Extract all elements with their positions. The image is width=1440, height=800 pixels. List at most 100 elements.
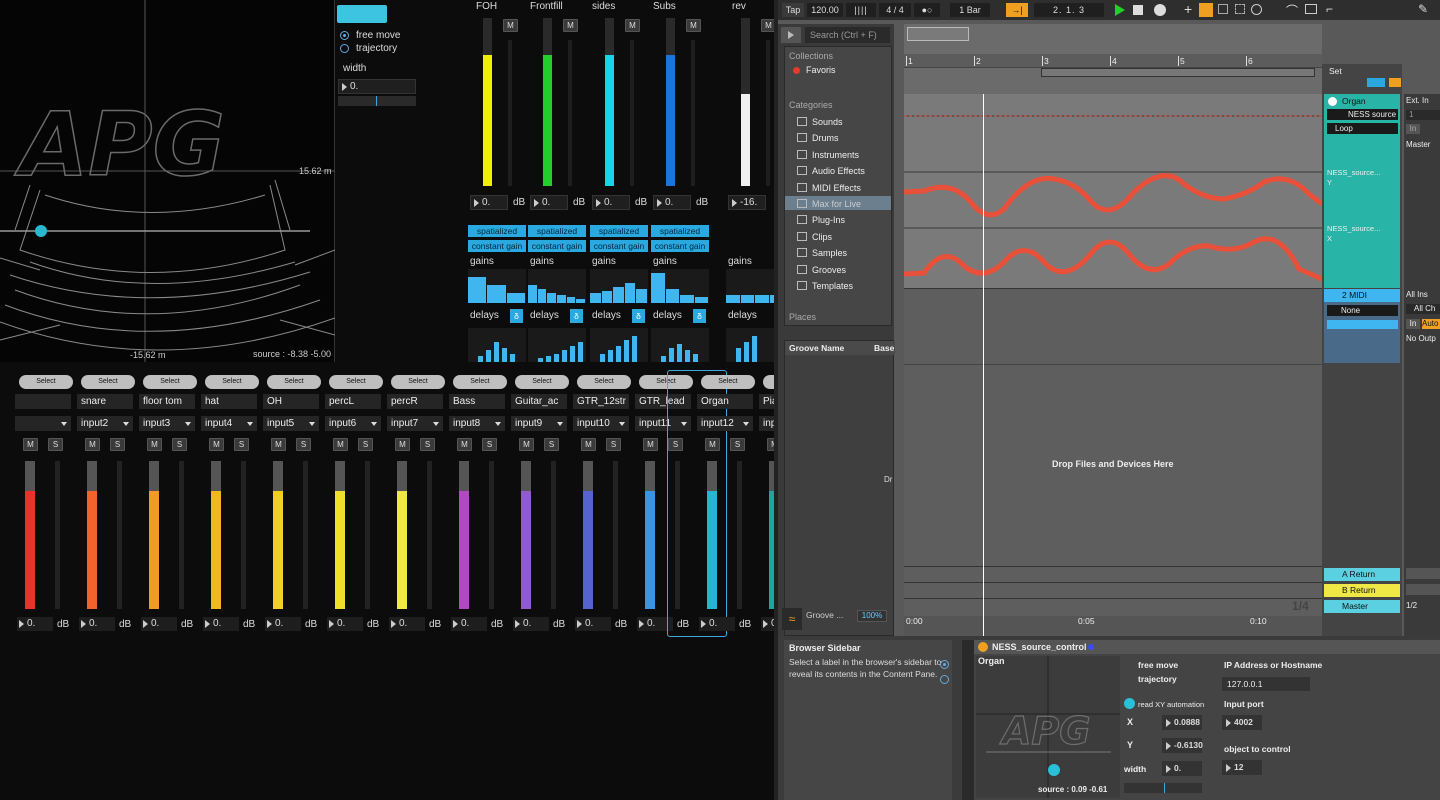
category-max-for-live[interactable]: Max for Live	[797, 199, 861, 209]
channel-input-select-7[interactable]: input8	[449, 416, 505, 431]
source-position-dot[interactable]	[35, 225, 47, 237]
free-move-radio[interactable]	[340, 31, 349, 40]
select-button-7[interactable]: Select	[453, 375, 507, 389]
quantize-dropdown[interactable]: 1 Bar	[950, 3, 990, 17]
browser-search-input[interactable]: Search (Ctrl + F)	[805, 27, 890, 43]
category-clips[interactable]: Clips	[797, 231, 832, 242]
collection-favoris[interactable]: Favoris	[806, 65, 836, 75]
bus-fader-4[interactable]	[741, 18, 750, 186]
channel-name-11[interactable]: Organ	[697, 394, 753, 409]
channel-name-2[interactable]: floor tom	[139, 394, 195, 409]
channel-solo-button-2[interactable]: S	[172, 438, 187, 451]
delays-graph-4[interactable]	[726, 328, 774, 362]
midi-input-chooser[interactable]: None	[1327, 305, 1398, 316]
select-button-12[interactable]: Select	[763, 375, 774, 389]
metronome-sync-icon[interactable]: ||||	[846, 3, 876, 17]
delays-graph-0[interactable]	[468, 328, 526, 362]
device-source-dot[interactable]	[1048, 764, 1060, 776]
width-number-box[interactable]: 0.	[338, 79, 416, 94]
channel-fader-1[interactable]	[87, 461, 97, 609]
channel-solo-button-11[interactable]: S	[730, 438, 745, 451]
automation-param-chooser[interactable]: Loop	[1327, 123, 1398, 134]
object-field[interactable]: 12	[1222, 760, 1262, 775]
device-x-value[interactable]: 0.0888	[1162, 715, 1202, 730]
pencil-icon[interactable]: ✎	[1418, 2, 1428, 16]
channel-input-select-2[interactable]: input3	[139, 416, 195, 431]
category-samples[interactable]: Samples	[797, 248, 847, 258]
device-trajectory-radio[interactable]	[940, 675, 949, 684]
io-midi-output[interactable]: No Outp	[1406, 334, 1436, 343]
groove-base-header[interactable]: Base	[874, 343, 894, 353]
spatialized-toggle-0[interactable]: spatialized	[468, 225, 526, 237]
delay-delta-button-0[interactable]: δ	[510, 309, 523, 323]
channel-input-select-6[interactable]: input7	[387, 416, 443, 431]
device-power-icon[interactable]	[978, 642, 988, 652]
channel-name-7[interactable]: Bass	[449, 394, 505, 409]
select-button-4[interactable]: Select	[267, 375, 321, 389]
category-plug-ins[interactable]: Plug-Ins	[797, 215, 845, 225]
device-y-value[interactable]: -0.6130	[1162, 738, 1203, 753]
channel-solo-button-9[interactable]: S	[606, 438, 621, 451]
io-monitor-in[interactable]: In	[1406, 124, 1420, 134]
category-audio-effects[interactable]: Audio Effects	[797, 166, 865, 176]
time-signature-field[interactable]: 4 / 4	[879, 3, 911, 17]
bus-mute-button-1[interactable]: M	[563, 19, 578, 32]
channel-mute-button-3[interactable]: M	[209, 438, 224, 451]
automation-arm-icon[interactable]	[1199, 3, 1213, 17]
delay-delta-button-3[interactable]: δ	[693, 309, 706, 323]
channel-gain-value-12[interactable]: 0.	[761, 617, 774, 631]
channel-mute-button-6[interactable]: M	[395, 438, 410, 451]
spatialized-toggle-1[interactable]: spatialized	[528, 225, 586, 237]
follow-icon[interactable]: →|	[1006, 3, 1028, 17]
channel-input-select-3[interactable]: input4	[201, 416, 257, 431]
stop-icon[interactable]	[1133, 5, 1143, 15]
delay-delta-button-1[interactable]: δ	[570, 309, 583, 323]
category-drums[interactable]: Drums	[797, 133, 839, 143]
delays-graph-3[interactable]	[651, 328, 709, 362]
groove-zoom[interactable]: 100%	[857, 610, 887, 622]
channel-gain-value-5[interactable]: 0.	[327, 617, 363, 631]
width-slider[interactable]	[338, 96, 416, 106]
channel-gain-value-8[interactable]: 0.	[513, 617, 549, 631]
channel-input-select-4[interactable]: input5	[263, 416, 319, 431]
gains-graph-3[interactable]	[651, 269, 709, 303]
groove-icon[interactable]: ≈	[782, 608, 802, 630]
constant-gain-toggle-2[interactable]: constant gain	[590, 240, 648, 252]
io-midi-monitor-auto[interactable]: Auto	[1422, 319, 1440, 329]
channel-gain-value-6[interactable]: 0.	[389, 617, 425, 631]
bus-gain-value-1[interactable]: 0.	[530, 195, 568, 210]
bus-mute-button-4[interactable]: M	[761, 19, 774, 32]
channel-mute-button-11[interactable]: M	[705, 438, 720, 451]
port-field[interactable]: 4002	[1222, 715, 1262, 730]
spatialized-toggle-2[interactable]: spatialized	[590, 225, 648, 237]
channel-name-5[interactable]: percL	[325, 394, 381, 409]
channel-name-6[interactable]: percR	[387, 394, 443, 409]
io-midi-monitor-in[interactable]: In	[1406, 319, 1420, 329]
ip-field[interactable]: 127.0.0.1	[1222, 677, 1310, 691]
channel-fader-2[interactable]	[149, 461, 159, 609]
channel-gain-value-11[interactable]: 0.	[699, 617, 735, 631]
channel-input-select-1[interactable]: input2	[77, 416, 133, 431]
capture-icon[interactable]	[1235, 4, 1245, 14]
bus-gain-value-4[interactable]: -16.	[728, 195, 766, 210]
gains-graph-1[interactable]	[528, 269, 586, 303]
constant-gain-toggle-0[interactable]: constant gain	[468, 240, 526, 252]
channel-input-select-5[interactable]: input6	[325, 416, 381, 431]
delay-delta-button-2[interactable]: δ	[632, 309, 645, 323]
channel-mute-button-10[interactable]: M	[643, 438, 658, 451]
groove-name-header[interactable]: Groove Name	[789, 343, 844, 353]
io-midi-input[interactable]: All Ins	[1406, 290, 1428, 299]
channel-mute-button-1[interactable]: M	[85, 438, 100, 451]
channel-mute-button-0[interactable]: M	[23, 438, 38, 451]
channel-mute-button-4[interactable]: M	[271, 438, 286, 451]
tap-button[interactable]: Tap	[782, 3, 804, 17]
select-button-5[interactable]: Select	[329, 375, 383, 389]
channel-gain-value-2[interactable]: 0.	[141, 617, 177, 631]
channel-solo-button-6[interactable]: S	[420, 438, 435, 451]
channel-name-3[interactable]: hat	[201, 394, 257, 409]
channel-mute-button-8[interactable]: M	[519, 438, 534, 451]
channel-fader-5[interactable]	[335, 461, 345, 609]
device-width-slider[interactable]	[1124, 783, 1202, 793]
bus-fader-0[interactable]	[483, 18, 492, 186]
io-input-channel[interactable]: 1	[1406, 110, 1440, 120]
